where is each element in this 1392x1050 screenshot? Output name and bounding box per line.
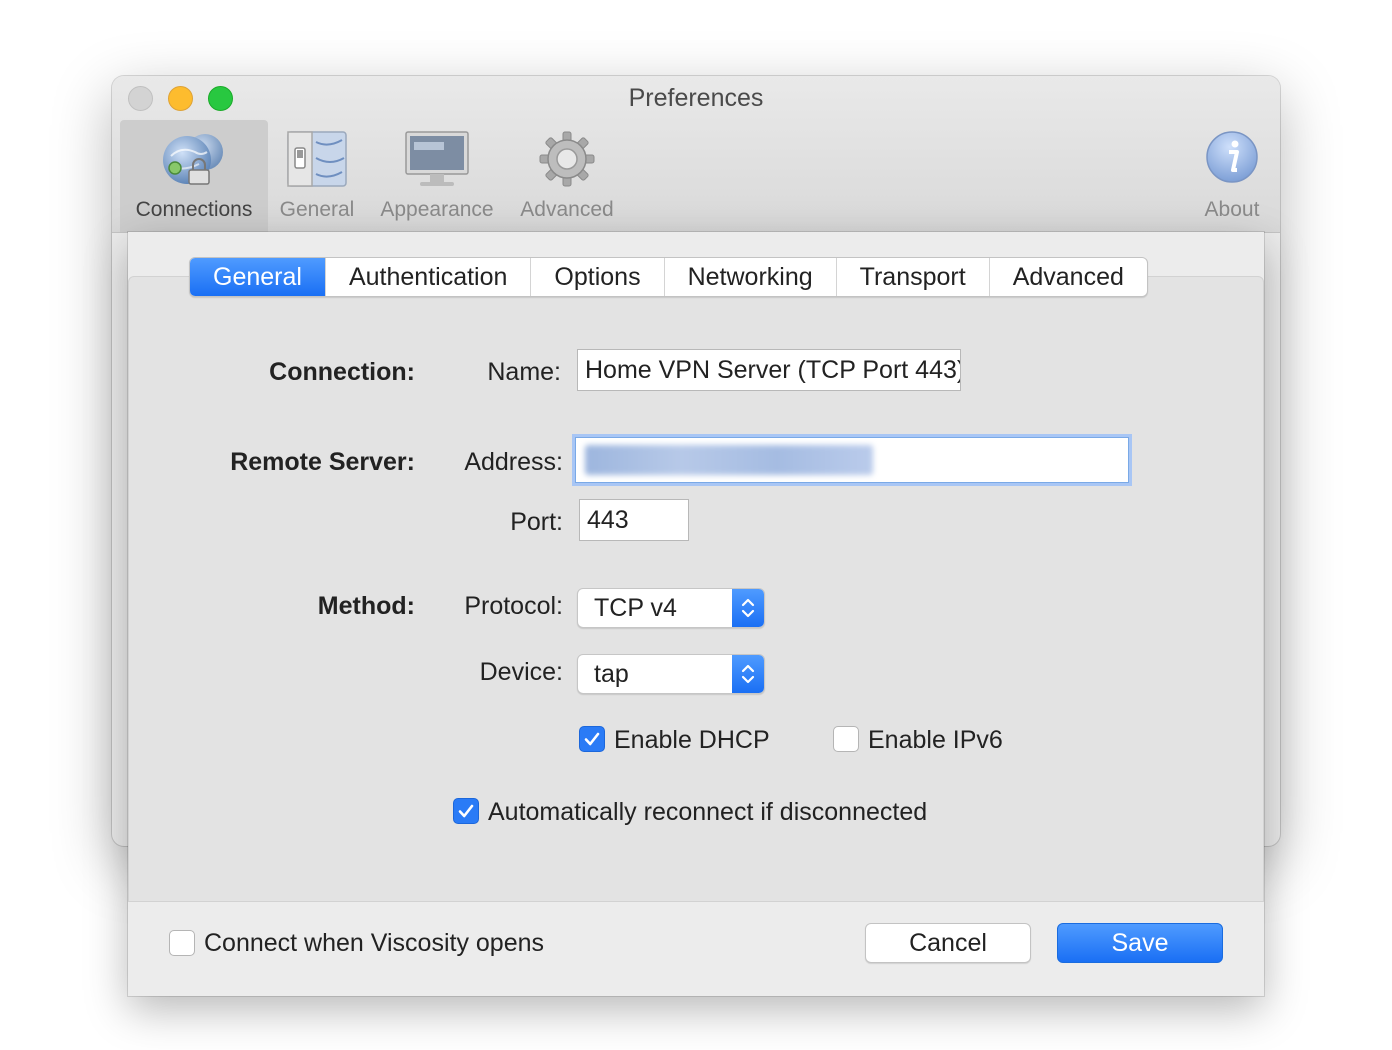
address-label: Address: xyxy=(464,448,563,476)
connection-editor-sheet: General Authentication Options Networkin… xyxy=(128,232,1264,996)
auto-reconnect-checkbox[interactable] xyxy=(453,798,479,824)
toolbar-general[interactable]: General xyxy=(272,120,362,232)
connect-on-open-checkbox[interactable] xyxy=(169,930,195,956)
tab-networking[interactable]: Networking xyxy=(663,258,836,296)
advanced-gear-icon xyxy=(538,130,596,193)
device-select[interactable]: tap xyxy=(577,654,765,694)
enable-ipv6-checkbox[interactable] xyxy=(833,726,859,752)
save-button[interactable]: Save xyxy=(1057,923,1223,963)
appearance-monitor-icon xyxy=(404,130,470,193)
name-label: Name: xyxy=(487,358,561,386)
chevron-up-down-icon xyxy=(732,655,764,693)
toolbar-about[interactable]: About xyxy=(1192,120,1272,232)
name-field[interactable]: Home VPN Server (TCP Port 443) xyxy=(577,349,961,391)
tab-general[interactable]: General xyxy=(190,258,325,296)
toolbar-label: About xyxy=(1204,198,1260,221)
tab-bar: General Authentication Options Networkin… xyxy=(189,257,1148,297)
toolbar-label: Appearance xyxy=(380,198,494,221)
port-label: Port: xyxy=(510,508,563,536)
enable-dhcp-checkbox[interactable] xyxy=(579,726,605,752)
connect-on-open-label[interactable]: Connect when Viscosity opens xyxy=(204,929,544,958)
window-title: Preferences xyxy=(628,84,764,112)
address-field[interactable] xyxy=(575,437,1129,483)
toolbar-label: Advanced xyxy=(520,198,614,221)
checkmark-icon xyxy=(458,804,474,818)
title-bar: Preferences Connections General Appearan… xyxy=(112,76,1280,233)
checkmark-icon xyxy=(584,732,600,746)
redacted-address xyxy=(585,445,873,475)
connections-globe-icon xyxy=(161,130,227,193)
tab-authentication[interactable]: Authentication xyxy=(324,258,530,296)
auto-reconnect-label[interactable]: Automatically reconnect if disconnected xyxy=(488,798,927,827)
toolbar-label: General xyxy=(279,198,355,221)
general-switch-icon xyxy=(286,130,348,193)
tab-options[interactable]: Options xyxy=(530,258,663,296)
tab-advanced[interactable]: Advanced xyxy=(988,258,1147,296)
toolbar-connections[interactable]: Connections xyxy=(120,120,268,232)
toolbar-label: Connections xyxy=(135,198,253,221)
device-value: tap xyxy=(594,660,629,688)
protocol-value: TCP v4 xyxy=(594,594,677,622)
device-label: Device: xyxy=(479,658,563,686)
chevron-up-down-icon xyxy=(732,589,764,627)
enable-dhcp-label[interactable]: Enable DHCP xyxy=(614,726,770,755)
method-section-label: Method: xyxy=(317,592,415,620)
connection-section-label: Connection: xyxy=(269,358,415,386)
tab-transport[interactable]: Transport xyxy=(835,258,989,296)
protocol-label: Protocol: xyxy=(464,592,563,620)
cancel-button[interactable]: Cancel xyxy=(865,923,1031,963)
toolbar-appearance[interactable]: Appearance xyxy=(368,120,506,232)
sheet-footer: Connect when Viscosity opens Cancel Save xyxy=(128,902,1264,996)
enable-ipv6-label[interactable]: Enable IPv6 xyxy=(868,726,1003,755)
toolbar-advanced[interactable]: Advanced xyxy=(512,120,622,232)
protocol-select[interactable]: TCP v4 xyxy=(577,588,765,628)
port-field[interactable]: 443 xyxy=(579,499,689,541)
remote-server-section-label: Remote Server: xyxy=(230,448,415,476)
info-icon xyxy=(1204,130,1260,191)
